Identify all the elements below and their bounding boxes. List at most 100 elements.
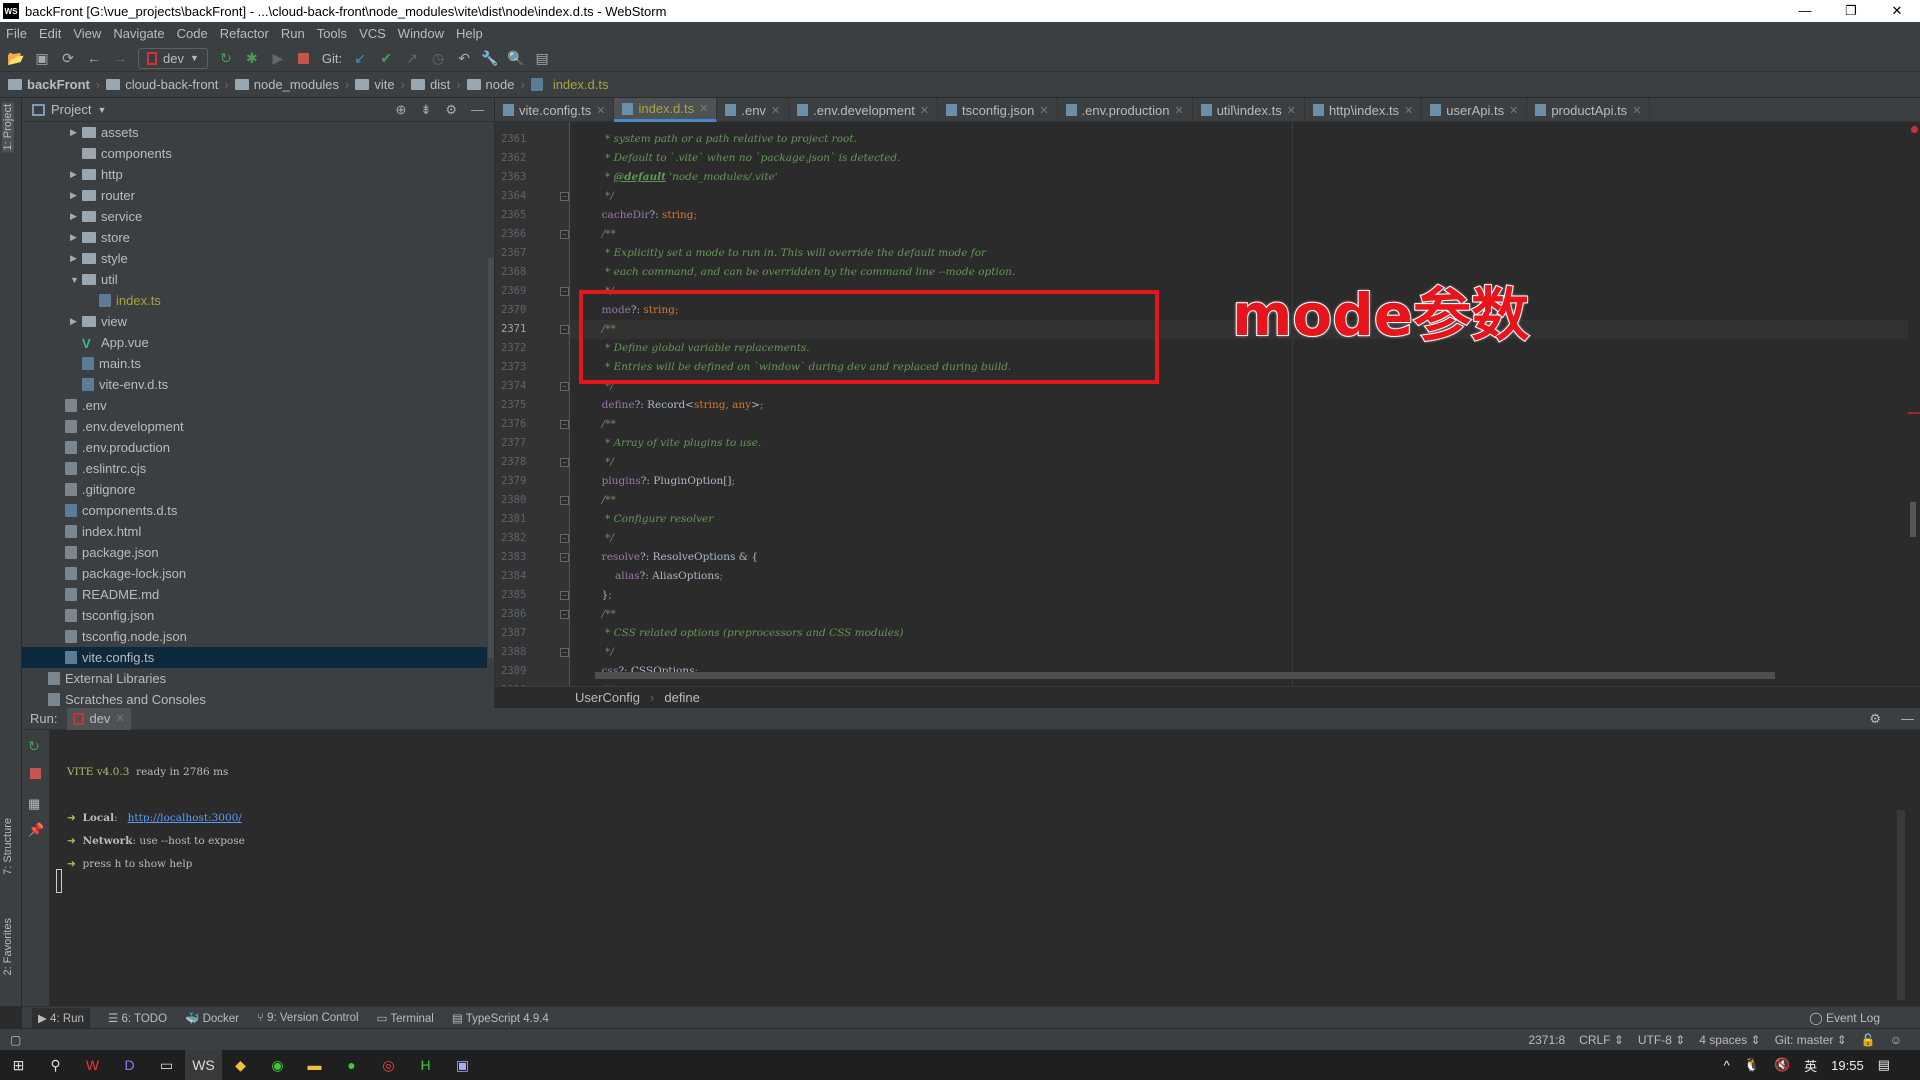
lock-icon[interactable]: 🔓 — [1861, 1033, 1876, 1047]
history-icon[interactable]: ◷ — [430, 50, 446, 66]
tree-item[interactable]: index.ts — [22, 290, 487, 311]
breadcrumb-item[interactable]: cloud-back-front — [106, 77, 218, 92]
bottom-tab[interactable]: ☰ 6: TODO — [108, 1011, 167, 1025]
minimize-button[interactable]: — — [1782, 0, 1828, 22]
menu-refactor[interactable]: Refactor — [220, 26, 269, 41]
wechat-icon[interactable]: ● — [333, 1050, 370, 1080]
fold-marker-icon[interactable]: − — [560, 534, 569, 543]
menu-tools[interactable]: Tools — [317, 26, 347, 41]
stop-icon[interactable] — [296, 50, 312, 66]
tree-item[interactable]: ▶ view — [22, 311, 487, 332]
bottom-tab[interactable]: ⑂ 9: Version Control — [257, 1012, 359, 1024]
menu-run[interactable]: Run — [281, 26, 305, 41]
browser-app-icon[interactable]: ◉ — [259, 1050, 296, 1080]
chevron-right-icon[interactable]: ▶ — [70, 169, 82, 180]
crumb-define[interactable]: define — [664, 690, 699, 705]
close-tab-icon[interactable]: ✕ — [115, 712, 124, 725]
volume-muted-icon[interactable]: 🔇 — [1774, 1057, 1790, 1073]
forward-icon[interactable]: → — [112, 50, 128, 66]
fold-marker-icon[interactable]: − — [560, 648, 569, 657]
menu-vcs[interactable]: VCS — [359, 26, 386, 41]
fold-marker-icon[interactable]: − — [560, 553, 569, 562]
encoding[interactable]: UTF-8 ⇕ — [1638, 1033, 1685, 1047]
chevron-down-icon[interactable]: ▼ — [70, 275, 82, 285]
git-push-icon[interactable]: ↗ — [404, 50, 420, 66]
tree-item[interactable]: ▶ assets — [22, 122, 487, 143]
tree-item[interactable]: main.ts — [22, 353, 487, 374]
tree-item[interactable]: .env — [22, 395, 487, 416]
breadcrumb-item[interactable]: backFront — [8, 77, 90, 92]
hide-panel-icon[interactable]: — — [471, 102, 484, 118]
tree-item[interactable]: README.md — [22, 584, 487, 605]
editor-tab[interactable]: userApi.ts ✕ — [1422, 98, 1528, 122]
search-icon[interactable]: 🔍 — [507, 50, 524, 66]
chevron-right-icon[interactable]: ▶ — [70, 127, 82, 138]
close-tab-icon[interactable]: ✕ — [1174, 104, 1183, 117]
local-url-link[interactable]: http://localhost:3000/ — [128, 812, 242, 824]
fold-marker-icon[interactable]: − — [560, 382, 569, 391]
breadcrumb-item[interactable]: vite — [355, 77, 395, 92]
back-icon[interactable]: ← — [86, 50, 102, 66]
chevron-right-icon[interactable]: ▶ — [70, 232, 82, 243]
toggle-panels-icon[interactable]: ▢ — [10, 1033, 21, 1047]
run-config-select[interactable]: dev ▼ — [138, 47, 208, 69]
tree-item[interactable]: External Libraries — [22, 668, 487, 689]
locate-icon[interactable]: ⊕ — [396, 102, 407, 118]
editor-tab[interactable]: http\index.ts ✕ — [1305, 98, 1423, 122]
fold-marker-icon[interactable]: − — [560, 325, 569, 334]
app-icon[interactable]: D — [111, 1050, 148, 1080]
indent[interactable]: 4 spaces ⇕ — [1699, 1033, 1760, 1047]
close-tab-icon[interactable]: ✕ — [1509, 104, 1518, 117]
stop-icon[interactable] — [30, 768, 41, 779]
editor-tab[interactable]: vite.config.ts ✕ — [495, 98, 615, 122]
tree-item[interactable]: package.json — [22, 542, 487, 563]
project-scrollbar[interactable] — [488, 258, 494, 658]
tray-chevron-icon[interactable]: ^ — [1724, 1058, 1730, 1073]
chevron-right-icon[interactable]: ▶ — [70, 253, 82, 264]
tree-item[interactable]: vite.config.ts — [22, 647, 487, 668]
project-tool-button[interactable]: 1: Project — [2, 102, 14, 153]
close-tab-icon[interactable]: ✕ — [699, 102, 708, 115]
breadcrumb-item[interactable]: dist — [410, 77, 450, 92]
menu-code[interactable]: Code — [177, 26, 208, 41]
tree-item[interactable]: vite-env.d.ts — [22, 374, 487, 395]
chevron-right-icon[interactable]: ▶ — [70, 190, 82, 201]
close-tab-icon[interactable]: ✕ — [1287, 104, 1296, 117]
git-update-icon[interactable]: ↙ — [352, 50, 368, 66]
close-tab-icon[interactable]: ✕ — [920, 104, 929, 117]
bottom-tab[interactable]: ▶ 4: Run — [32, 1007, 90, 1028]
project-view-select[interactable]: Project — [51, 102, 91, 117]
horizontal-scrollbar[interactable] — [595, 672, 1775, 679]
editor-tab[interactable]: util\index.ts ✕ — [1193, 98, 1305, 122]
tree-item[interactable]: tsconfig.node.json — [22, 626, 487, 647]
tree-item[interactable]: index.html — [22, 521, 487, 542]
tree-item[interactable]: tsconfig.json — [22, 605, 487, 626]
close-tab-icon[interactable]: ✕ — [771, 104, 780, 117]
structure-tool-button[interactable]: 7: Structure — [2, 818, 14, 875]
windows-start-icon[interactable]: ⊞ — [0, 1050, 37, 1080]
ime-indicator[interactable]: 英 — [1804, 1056, 1817, 1075]
editor-tab[interactable]: .env.production ✕ — [1058, 98, 1193, 122]
fold-marker-icon[interactable]: − — [560, 496, 569, 505]
rerun-icon[interactable]: ↻ — [28, 738, 40, 755]
bottom-tab[interactable]: ▭ Terminal — [377, 1011, 434, 1025]
terminal-app-icon[interactable]: ▭ — [148, 1050, 185, 1080]
chrome-icon[interactable]: ◎ — [370, 1050, 407, 1080]
bottom-tab[interactable]: 🐳 Docker — [185, 1011, 239, 1025]
notification-icon[interactable]: ▤ — [1878, 1057, 1890, 1073]
fold-marker-icon[interactable]: − — [560, 420, 569, 429]
sync-icon[interactable]: ⟳ — [60, 50, 76, 66]
menu-edit[interactable]: Edit — [39, 26, 61, 41]
rerun-icon[interactable]: ↻ — [218, 50, 234, 66]
collapse-all-icon[interactable]: ⇟ — [420, 102, 431, 118]
ide-icon[interactable]: ▣ — [444, 1050, 481, 1080]
webstorm-taskbar-icon[interactable]: WS — [185, 1050, 222, 1080]
chevron-right-icon[interactable]: ▶ — [70, 316, 82, 327]
breadcrumb-item[interactable]: node_modules — [234, 77, 339, 92]
close-button[interactable]: ✕ — [1874, 0, 1920, 22]
fold-marker-icon[interactable]: − — [560, 458, 569, 467]
editor-tab[interactable]: index.d.ts ✕ — [614, 98, 718, 122]
close-tab-icon[interactable]: ✕ — [1039, 104, 1048, 117]
fold-marker-icon[interactable]: − — [560, 192, 569, 201]
clock[interactable]: 19:55 — [1831, 1058, 1864, 1073]
